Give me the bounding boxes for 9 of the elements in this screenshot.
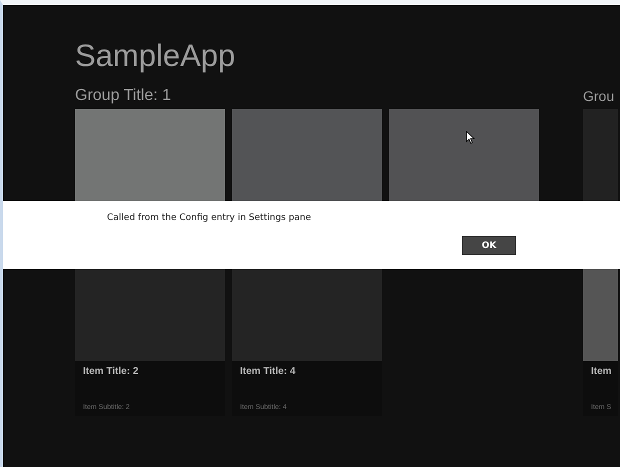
cursor-icon bbox=[466, 131, 475, 144]
group-title[interactable]: Group Title: 1 bbox=[75, 86, 172, 106]
dialog-message: Called from the Config entry in Settings pane bbox=[107, 213, 312, 223]
item-title: Item Title: 4 bbox=[240, 366, 296, 377]
ok-button[interactable]: OK bbox=[462, 236, 516, 255]
item-title: Item Title: 2 bbox=[83, 366, 138, 377]
item-title: Item bbox=[591, 366, 612, 377]
group-title[interactable]: Grou bbox=[583, 86, 614, 106]
app-title: SampleApp bbox=[75, 37, 236, 75]
